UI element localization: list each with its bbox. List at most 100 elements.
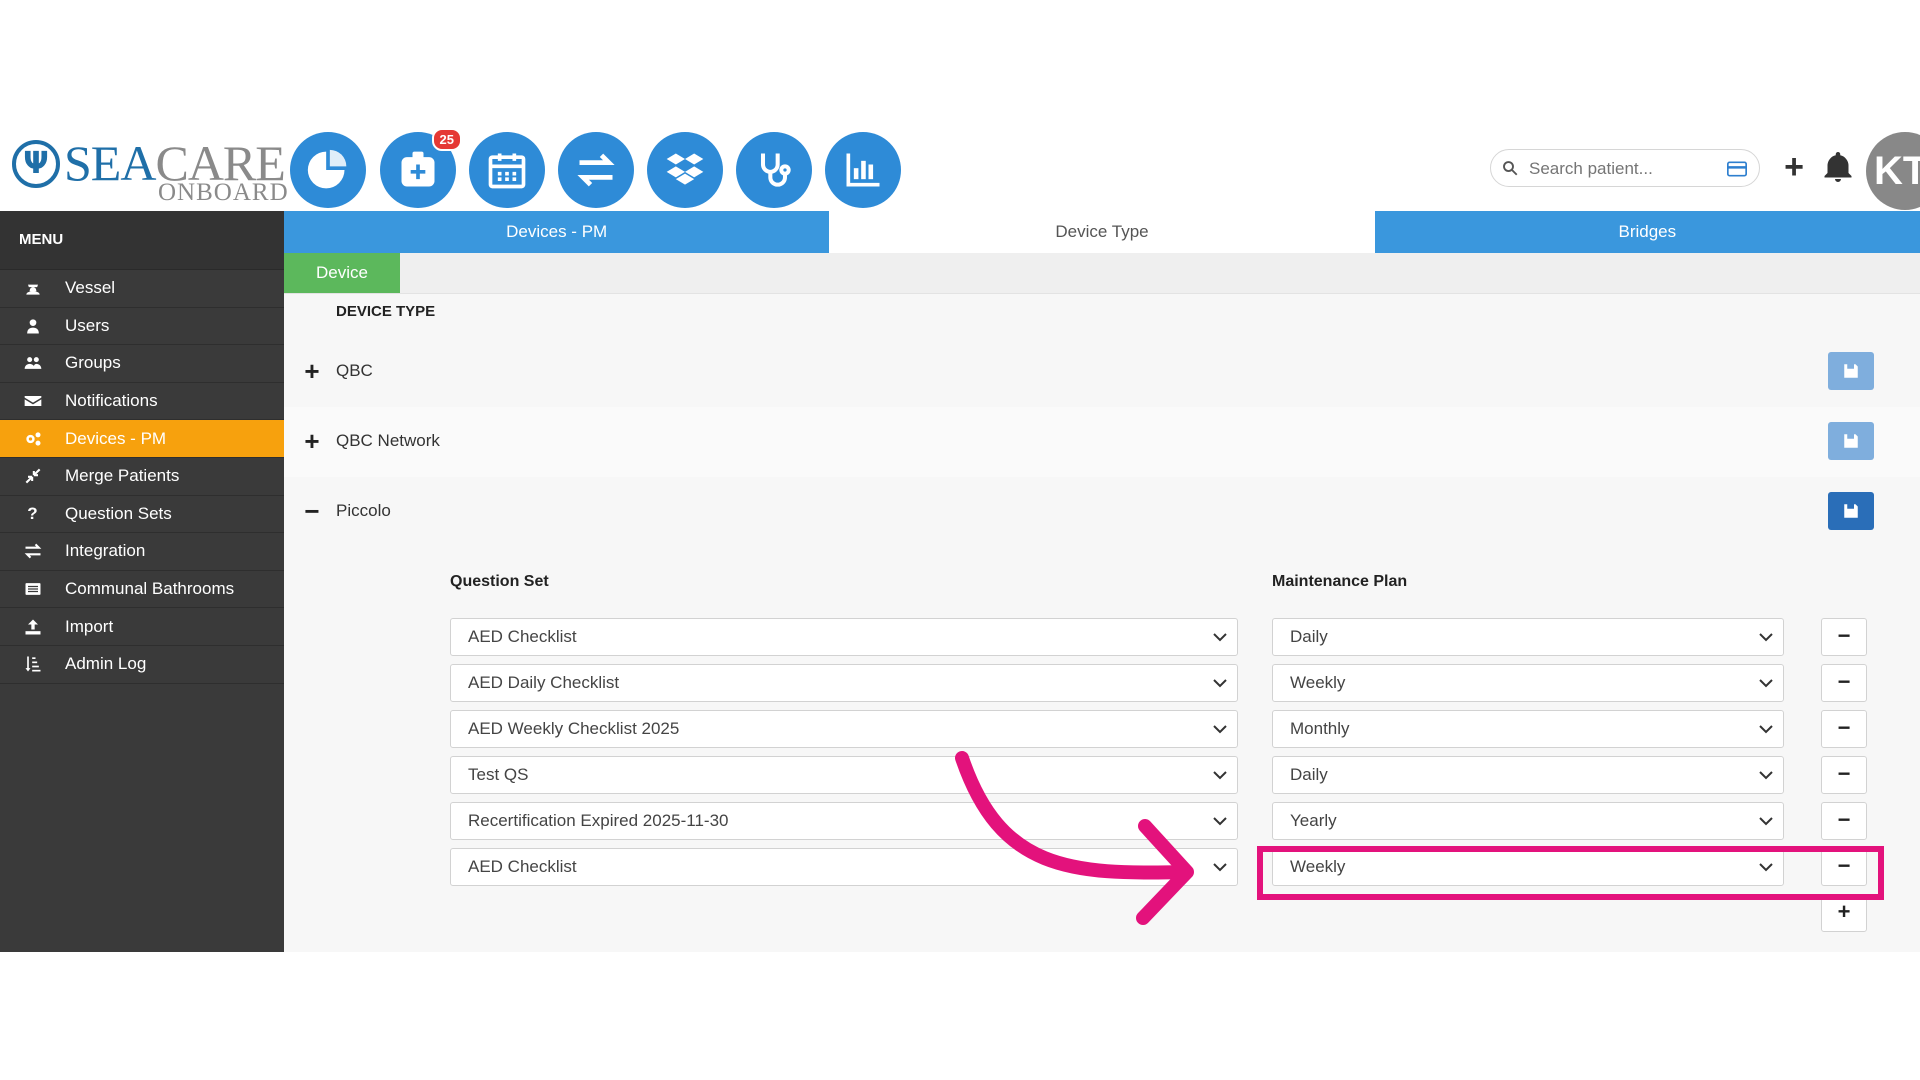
question-icon: ? bbox=[27, 503, 38, 523]
sidebar-item-users[interactable]: Users bbox=[0, 308, 284, 346]
calendar-icon[interactable] bbox=[469, 132, 545, 208]
add-icon[interactable]: + bbox=[1776, 149, 1812, 185]
dashboard-pie-icon[interactable] bbox=[290, 132, 366, 208]
save-icon bbox=[1844, 364, 1858, 378]
chevron-down-icon bbox=[1759, 817, 1773, 826]
bar-chart-icon[interactable] bbox=[825, 132, 901, 208]
medical-add-icon[interactable]: 25 bbox=[380, 128, 462, 208]
subtab-device[interactable]: Device bbox=[284, 253, 400, 293]
chevron-down-icon bbox=[1759, 771, 1773, 780]
collapse-toggle[interactable]: − bbox=[300, 498, 324, 524]
sidebar-item-notifications[interactable]: Notifications bbox=[0, 383, 284, 421]
sidebar-item-vessel[interactable]: Vessel bbox=[0, 270, 284, 308]
search-icon bbox=[1503, 161, 1518, 176]
chevron-down-icon bbox=[1213, 633, 1227, 642]
sidebar-item-label: Groups bbox=[65, 353, 121, 373]
id-card-icon[interactable] bbox=[1727, 161, 1747, 177]
expand-toggle[interactable]: + bbox=[300, 428, 324, 454]
captain-icon bbox=[0, 278, 65, 298]
maintenance-plan-select[interactable]: Yearly bbox=[1272, 802, 1784, 840]
device-type-name: Piccolo bbox=[336, 501, 391, 520]
sidebar-item-integration[interactable]: Integration bbox=[0, 533, 284, 571]
maintenance-plan-select[interactable]: Daily bbox=[1272, 756, 1784, 794]
patient-search bbox=[1490, 149, 1760, 187]
sidebar-menu: Vessel Users Groups Notifications Device… bbox=[0, 270, 284, 684]
sidebar-item-label: Vessel bbox=[65, 278, 116, 298]
transfer-arrows-icon[interactable] bbox=[558, 132, 634, 208]
chevron-down-icon bbox=[1759, 725, 1773, 734]
tab-devices-pm[interactable]: Devices - PM bbox=[284, 211, 830, 253]
remove-row-button[interactable]: − bbox=[1821, 710, 1867, 748]
save-button[interactable] bbox=[1828, 422, 1874, 460]
sidebar: MENU Vessel Users Groups Notifications D… bbox=[0, 211, 284, 952]
maintenance-plan-column-header: Maintenance Plan bbox=[1272, 573, 1408, 590]
sidebar-item-label: Notifications bbox=[65, 391, 158, 411]
highlight-box bbox=[1257, 846, 1884, 900]
sidebar-item-question-sets[interactable]: ? Question Sets bbox=[0, 496, 284, 534]
search-input[interactable] bbox=[1527, 156, 1721, 182]
sidebar-item-label: Import bbox=[65, 616, 114, 636]
sidebar-item-label: Admin Log bbox=[65, 654, 147, 674]
sidebar-item-label: Question Sets bbox=[65, 503, 172, 523]
chevron-down-icon bbox=[1759, 679, 1773, 688]
sidebar-item-devices-pm[interactable]: Devices - PM bbox=[0, 420, 284, 458]
dropbox-icon[interactable] bbox=[647, 132, 723, 208]
chevron-down-icon bbox=[1213, 679, 1227, 688]
user-icon bbox=[0, 316, 65, 336]
cogs-icon bbox=[0, 429, 65, 449]
sidebar-item-communal-bathrooms[interactable]: Communal Bathrooms bbox=[0, 571, 284, 609]
device-type-name: QBC Network bbox=[336, 431, 440, 450]
envelope-icon bbox=[0, 391, 65, 411]
user-avatar[interactable]: KT bbox=[1866, 132, 1920, 210]
device-type-row-qbc-network: + QBC Network bbox=[284, 407, 1920, 478]
remove-row-button[interactable]: − bbox=[1821, 664, 1867, 702]
stethoscope-icon[interactable] bbox=[736, 132, 812, 208]
chevron-down-icon bbox=[1759, 633, 1773, 642]
sidebar-item-label: Merge Patients bbox=[65, 466, 180, 486]
save-icon bbox=[1844, 434, 1858, 448]
device-type-name: QBC bbox=[336, 361, 373, 380]
device-type-row-piccolo: − Piccolo bbox=[284, 477, 1920, 547]
trident-emblem-icon: Ψ bbox=[12, 140, 60, 188]
sidebar-item-import[interactable]: Import bbox=[0, 608, 284, 646]
expand-toggle[interactable]: + bbox=[300, 358, 324, 384]
top-bar: Ψ SEACARE ONBOARD 25 Search patient... +… bbox=[0, 128, 1920, 211]
list-alt-icon bbox=[0, 579, 65, 599]
sidebar-item-label: Devices - PM bbox=[65, 428, 167, 448]
remove-row-button[interactable]: − bbox=[1821, 618, 1867, 656]
group-icon bbox=[0, 353, 65, 373]
save-button[interactable] bbox=[1828, 352, 1874, 390]
sidebar-item-admin-log[interactable]: Admin Log bbox=[0, 646, 284, 684]
remove-row-button[interactable]: − bbox=[1821, 756, 1867, 794]
sidebar-item-label: Communal Bathrooms bbox=[65, 579, 235, 599]
question-set-column-header: Question Set bbox=[450, 573, 549, 590]
maintenance-plan-select[interactable]: Monthly bbox=[1272, 710, 1784, 748]
seacare-logo[interactable]: Ψ SEACARE ONBOARD bbox=[12, 135, 288, 206]
sidebar-item-merge-patients[interactable]: Merge Patients bbox=[0, 458, 284, 496]
device-type-header: DEVICE TYPE bbox=[336, 303, 436, 320]
notification-count-badge: 25 bbox=[431, 128, 462, 151]
tab-bridges[interactable]: Bridges bbox=[1374, 211, 1920, 253]
bell-icon[interactable] bbox=[1820, 149, 1856, 185]
tab-device-type[interactable]: Device Type bbox=[829, 211, 1375, 253]
sub-tabs: Device bbox=[284, 253, 1920, 294]
sidebar-item-groups[interactable]: Groups bbox=[0, 345, 284, 383]
question-set-select[interactable]: AED Checklist bbox=[450, 618, 1238, 656]
upload-icon bbox=[0, 617, 65, 637]
maintenance-plan-select[interactable]: Daily bbox=[1272, 618, 1784, 656]
menu-title: MENU bbox=[0, 211, 284, 270]
annotation-arrow bbox=[955, 751, 1194, 925]
remove-row-button[interactable]: − bbox=[1821, 802, 1867, 840]
compress-icon bbox=[0, 466, 65, 486]
sidebar-item-label: Integration bbox=[65, 541, 146, 561]
sidebar-item-label: Users bbox=[65, 315, 110, 335]
save-icon bbox=[1844, 504, 1858, 518]
top-tabs: Devices - PM Device Type Bridges bbox=[284, 211, 1920, 253]
question-set-select[interactable]: AED Daily Checklist bbox=[450, 664, 1238, 702]
save-button[interactable] bbox=[1828, 492, 1874, 530]
sort-icon bbox=[0, 654, 65, 674]
exchange-icon bbox=[0, 541, 65, 561]
chevron-down-icon bbox=[1213, 725, 1227, 734]
device-type-row-qbc: + QBC bbox=[284, 337, 1920, 408]
maintenance-plan-select[interactable]: Weekly bbox=[1272, 664, 1784, 702]
